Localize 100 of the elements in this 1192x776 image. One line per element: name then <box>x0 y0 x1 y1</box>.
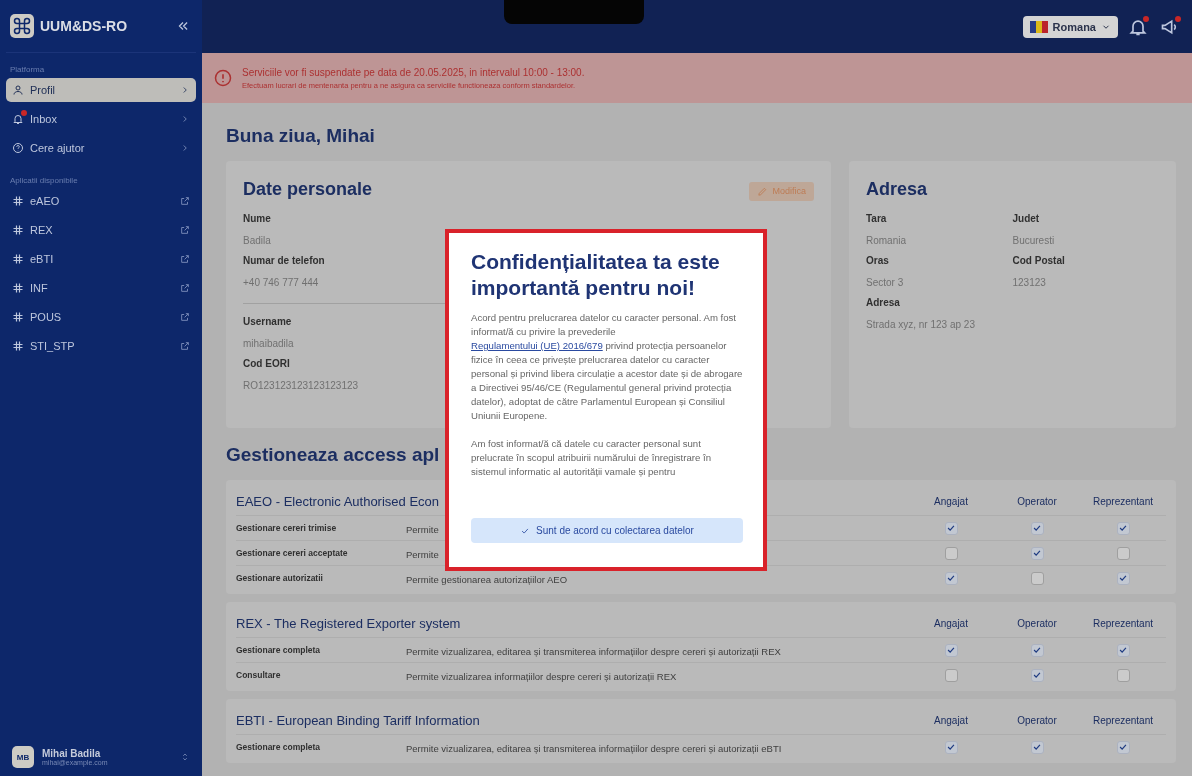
sidebar-item[interactable]: INF <box>6 276 196 300</box>
permission-description: Permite vizualizarea, editarea și transmiterea informațiilor despre cereri și autorizații eBTI <box>406 743 782 754</box>
up-down-chevron-icon <box>180 752 190 762</box>
user-name: Mihai Badila <box>42 748 102 759</box>
external-link-icon <box>180 225 190 235</box>
checkbox[interactable] <box>1116 521 1130 535</box>
external-link-icon <box>180 254 190 264</box>
column-header: Reprezentant <box>1091 714 1154 726</box>
language-select[interactable]: Romana <box>1022 15 1118 38</box>
card-title: Date personale <box>243 178 373 201</box>
sidebar-item[interactable]: eAEO <box>6 189 196 213</box>
checkbox[interactable] <box>1116 643 1130 657</box>
field-label: Numar de telefon <box>243 255 325 267</box>
external-link-icon <box>180 283 190 293</box>
column-header: Operator <box>1016 617 1058 629</box>
checkbox[interactable] <box>944 643 958 657</box>
checkbox[interactable] <box>944 571 958 585</box>
check-icon <box>946 742 956 752</box>
permission-description: Permite <box>406 549 439 560</box>
field-label: Username <box>243 316 292 328</box>
bell-icon <box>12 113 24 125</box>
field-value: Sector 3 <box>866 277 904 289</box>
checkbox[interactable] <box>1030 546 1044 560</box>
check-icon <box>1118 573 1128 583</box>
dialog-title: Confidențialitatea ta este importantă pentru noi! <box>471 249 721 301</box>
section-heading: Platforma <box>9 64 46 76</box>
sidebar-item[interactable]: STI_STP <box>6 334 196 358</box>
consent-paragraph: Acord pentru prelucrarea datelor cu caracter personal. Am fost informat/ă cu privire la prevederile Regulamentului (UE) 2016/679 privind protecția persoanelor fizice în ceea ce privește prelucrarea datelor cu caracter personal și privind libera circulație a acestor date și de abrogare a Directivei 95/46/CE (Regulamentul general privind protecția datelor), adoptat de către Parlamentul European și Consiliul Uniunii Europene. <box>471 311 743 423</box>
checkbox[interactable] <box>1030 643 1044 657</box>
permission-name: Consultare <box>236 670 282 680</box>
field-label: Oras <box>866 255 889 267</box>
checkbox[interactable] <box>944 521 958 535</box>
external-link-icon <box>180 312 190 322</box>
checkbox[interactable] <box>944 740 958 754</box>
permission-name: Gestionare cereri acceptate <box>236 548 349 558</box>
field-value: +40 746 777 444 <box>243 277 319 289</box>
field-value: Bucuresti <box>1012 235 1055 247</box>
hash-icon <box>12 282 24 294</box>
sidebar-item[interactable]: Cere ajutor <box>6 136 196 160</box>
field-value: Badila <box>243 235 271 247</box>
checkbox[interactable] <box>1030 740 1044 754</box>
app-name: UUM&DS-RO <box>40 18 129 34</box>
permission-name: Gestionare completa <box>236 742 322 752</box>
sidebar-item[interactable]: Inbox <box>6 107 196 131</box>
sidebar-item[interactable]: Profil <box>6 78 196 102</box>
permission-description: Permite vizualizarea informațiilor despre cereri și autorizații REX <box>406 671 677 682</box>
agree-button[interactable]: Sunt de acord cu colectarea datelor <box>471 518 743 543</box>
column-header: Reprezentant <box>1091 495 1154 507</box>
permission-description: Permite gestionarea autorizațiilor AEO <box>406 574 568 585</box>
greeting: Buna ziua, Mihai <box>226 125 375 147</box>
alert-title: Serviciile vor fi suspendate pe data de 20.05.2025, in intervalul 10:00 - 13:00. <box>242 66 585 78</box>
check-icon <box>1032 548 1042 558</box>
field-label: Judet <box>1012 213 1040 225</box>
column-header: Operator <box>1016 714 1058 726</box>
panel-title: EBTI - European Binding Tariff Information <box>236 713 480 728</box>
hash-icon <box>12 311 24 323</box>
checkbox[interactable] <box>1116 740 1130 754</box>
checkbox[interactable] <box>1116 668 1130 682</box>
field-value: 123123 <box>1012 277 1046 289</box>
field-label: Cod EORI <box>243 358 290 370</box>
panel-title: EAEO - Electronic Authorised Econ <box>236 494 440 509</box>
check-icon <box>1032 523 1042 533</box>
checkbox[interactable] <box>1116 546 1130 560</box>
check-icon <box>1118 645 1128 655</box>
field-value: mihaibadila <box>243 338 294 350</box>
checkbox[interactable] <box>1116 571 1130 585</box>
column-header: Angajat <box>933 617 969 629</box>
sidebar-item[interactable]: POUS <box>6 305 196 329</box>
checkbox[interactable] <box>1030 571 1044 585</box>
field-label: Adresa <box>866 297 900 309</box>
hash-icon <box>12 224 24 236</box>
permission-description: Permite <box>406 524 439 535</box>
column-header: Angajat <box>933 495 969 507</box>
section-heading: Aplicatii disponibile <box>9 175 79 187</box>
permission-name: Gestionare cereri trimise <box>236 523 338 533</box>
checkbox[interactable] <box>1030 668 1044 682</box>
hash-icon <box>12 253 24 265</box>
check-icon <box>946 573 956 583</box>
panel-title: REX - The Registered Exporter system <box>236 616 461 631</box>
check-icon <box>1032 742 1042 752</box>
sidebar-item[interactable]: REX <box>6 218 196 242</box>
regulation-link[interactable]: Regulamentului (UE) 2016/679 <box>471 340 603 351</box>
help-icon <box>12 142 24 154</box>
card-title: Adresa <box>866 178 928 201</box>
external-link-icon <box>180 196 190 206</box>
field-label: Tara <box>866 213 887 225</box>
check-icon <box>1032 670 1042 680</box>
column-header: Operator <box>1016 495 1058 507</box>
pencil-icon <box>757 185 769 197</box>
check-icon <box>946 523 956 533</box>
sidebar-item[interactable]: eBTI <box>6 247 196 271</box>
checkbox[interactable] <box>1030 521 1044 535</box>
checkbox[interactable] <box>944 668 958 682</box>
user-icon <box>12 84 24 96</box>
user-avatar: MB <box>12 746 34 768</box>
section-title: Gestioneaza access apl <box>226 443 440 467</box>
checkbox[interactable] <box>944 546 958 560</box>
hash-icon <box>12 195 24 207</box>
field-value: RO123123123123123123 <box>243 380 359 392</box>
column-header: Angajat <box>933 714 969 726</box>
